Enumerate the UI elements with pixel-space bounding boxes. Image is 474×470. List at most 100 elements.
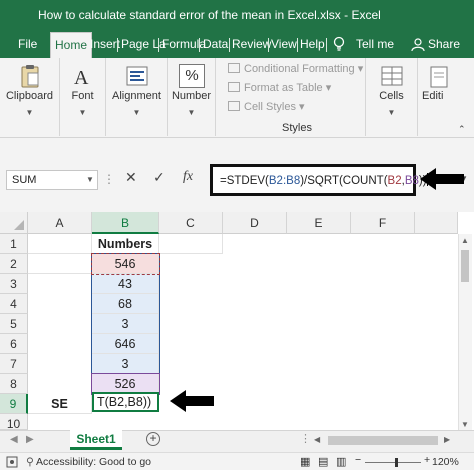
clipboard-icon: [21, 65, 38, 88]
tab-review[interactable]: Review: [232, 37, 271, 51]
enter-check-icon[interactable]: ✓: [153, 169, 165, 186]
number-group[interactable]: % Number ▼: [168, 58, 216, 136]
formula-input[interactable]: =STDEV(B2:B8)/SQRT(COUNT(B2,B8)): [210, 164, 428, 196]
cell-b5[interactable]: 3: [92, 314, 159, 334]
sheet-prev-icon[interactable]: ◀: [10, 434, 18, 445]
editing-label: Editi: [422, 90, 444, 102]
chevron-down-icon: ▼: [187, 108, 196, 117]
row-header-4[interactable]: 4: [0, 294, 28, 314]
sheet-tab-sheet1[interactable]: Sheet1: [70, 430, 122, 450]
zoom-slider-knob[interactable]: [395, 458, 398, 467]
styles-group: Conditional Formatting ▾ Format as Table…: [216, 58, 366, 136]
zoom-level[interactable]: 120%: [432, 456, 459, 468]
name-box[interactable]: SUM: [6, 170, 98, 190]
cell-styles-button[interactable]: Cell Styles ▾: [228, 100, 305, 113]
column-header-c[interactable]: C: [159, 212, 223, 234]
tab-file[interactable]: File: [18, 37, 37, 51]
conditional-formatting-label: Conditional Formatting: [244, 63, 355, 75]
insert-function-icon[interactable]: fx: [183, 169, 193, 185]
table-icon: [228, 82, 240, 92]
cell-b2[interactable]: 546: [92, 254, 159, 274]
cells-group[interactable]: Cells ▼: [366, 58, 418, 136]
row-header-10[interactable]: 10: [0, 414, 28, 431]
format-as-table-button[interactable]: Format as Table ▾: [228, 81, 331, 94]
cell-b8[interactable]: 526: [92, 374, 159, 394]
cell-b4[interactable]: 68: [92, 294, 159, 314]
font-label: Font: [71, 90, 94, 102]
window-title: How to calculate standard error of the m…: [38, 8, 381, 22]
row-header-7[interactable]: 7: [0, 354, 28, 374]
row-header-5[interactable]: 5: [0, 314, 28, 334]
editing-icon: [430, 66, 448, 88]
chevron-down-icon[interactable]: ▼: [86, 175, 94, 184]
share-button[interactable]: Share: [428, 37, 460, 51]
tab-separator: [229, 38, 230, 52]
cell-b6[interactable]: 646: [92, 334, 159, 354]
formula-part: =STDEV(: [220, 175, 269, 187]
macro-record-icon[interactable]: [6, 456, 18, 468]
row-header-1[interactable]: 1: [0, 234, 28, 254]
formula-part: )/SQRT(COUNT(: [300, 175, 388, 187]
tab-home[interactable]: Home: [50, 32, 93, 58]
zoom-slider-track[interactable]: [365, 462, 421, 463]
accessibility-text: Accessibility: Good to go: [36, 456, 152, 468]
cell-styles-icon: [228, 101, 240, 111]
normal-view-icon[interactable]: ▦: [300, 455, 310, 468]
page-break-view-icon[interactable]: ▥: [336, 455, 346, 468]
clipboard-label: Clipboard: [5, 90, 54, 102]
editing-group[interactable]: Editi: [418, 58, 474, 136]
add-sheet-icon[interactable]: +: [146, 432, 160, 446]
chevron-down-icon: ▼: [132, 108, 141, 117]
collapse-ribbon-icon[interactable]: ⌃: [458, 124, 466, 135]
font-icon: A: [74, 67, 89, 88]
cancel-icon[interactable]: ✕: [125, 169, 137, 186]
tab-split-dots-icon[interactable]: ⋮: [300, 432, 311, 445]
arrow-left-icon: [420, 168, 464, 190]
column-header-blank[interactable]: [415, 212, 458, 234]
column-header-b[interactable]: B: [92, 212, 159, 234]
column-header-e[interactable]: E: [287, 212, 351, 234]
cell-a9-se-label[interactable]: SE: [28, 394, 92, 414]
tab-insert[interactable]: Insert: [90, 37, 120, 51]
font-group[interactable]: A Font ▼: [60, 58, 106, 136]
cell-b7[interactable]: 3: [92, 354, 159, 374]
hscroll-right-icon[interactable]: ▶: [444, 435, 450, 444]
zoom-in-icon[interactable]: +: [424, 454, 430, 466]
active-cell-b9[interactable]: T(B2,B8)): [92, 392, 159, 412]
scroll-down-icon[interactable]: ▼: [461, 420, 469, 429]
row-header-6[interactable]: 6: [0, 334, 28, 354]
column-header-d[interactable]: D: [223, 212, 287, 234]
hscroll-left-icon[interactable]: ◀: [314, 435, 320, 444]
tab-separator: [297, 38, 298, 52]
row-header-9[interactable]: 9: [0, 394, 28, 414]
tab-view[interactable]: View: [271, 37, 297, 51]
scroll-up-icon[interactable]: ▲: [461, 236, 469, 245]
accessibility-icon: ⚲: [26, 456, 34, 468]
cell-b3[interactable]: 43: [92, 274, 159, 294]
cell-a1[interactable]: [28, 234, 92, 254]
row-header-8[interactable]: 8: [0, 374, 28, 394]
clipboard-group[interactable]: Clipboard ▼: [0, 58, 60, 136]
alignment-group[interactable]: Alignment ▼: [106, 58, 168, 136]
tell-me-search[interactable]: Tell me: [356, 37, 394, 51]
tab-separator: [326, 38, 327, 52]
cell-b1-header[interactable]: Numbers: [92, 234, 159, 254]
page-layout-view-icon[interactable]: ▤: [318, 455, 328, 468]
scroll-thumb[interactable]: [461, 250, 469, 282]
zoom-out-icon[interactable]: −: [355, 454, 361, 466]
horizontal-scroll-thumb[interactable]: [328, 436, 438, 445]
row-header-3[interactable]: 3: [0, 274, 28, 294]
cell-a2[interactable]: [28, 254, 92, 274]
svg-text:A: A: [74, 67, 89, 88]
conditional-formatting-button[interactable]: Conditional Formatting ▾: [228, 62, 363, 75]
more-dots-icon: ⋮: [103, 172, 115, 186]
accessibility-status[interactable]: ⚲ Accessibility: Good to go: [26, 456, 151, 468]
tab-help[interactable]: Help: [300, 37, 325, 51]
cell-c1[interactable]: [159, 234, 223, 254]
sheet-next-icon[interactable]: ▶: [26, 434, 34, 445]
tab-data[interactable]: Data: [203, 37, 228, 51]
column-header-f[interactable]: F: [351, 212, 415, 234]
tab-page-layout[interactable]: Page La: [121, 37, 166, 51]
row-header-2[interactable]: 2: [0, 254, 28, 274]
column-header-a[interactable]: A: [28, 212, 92, 234]
